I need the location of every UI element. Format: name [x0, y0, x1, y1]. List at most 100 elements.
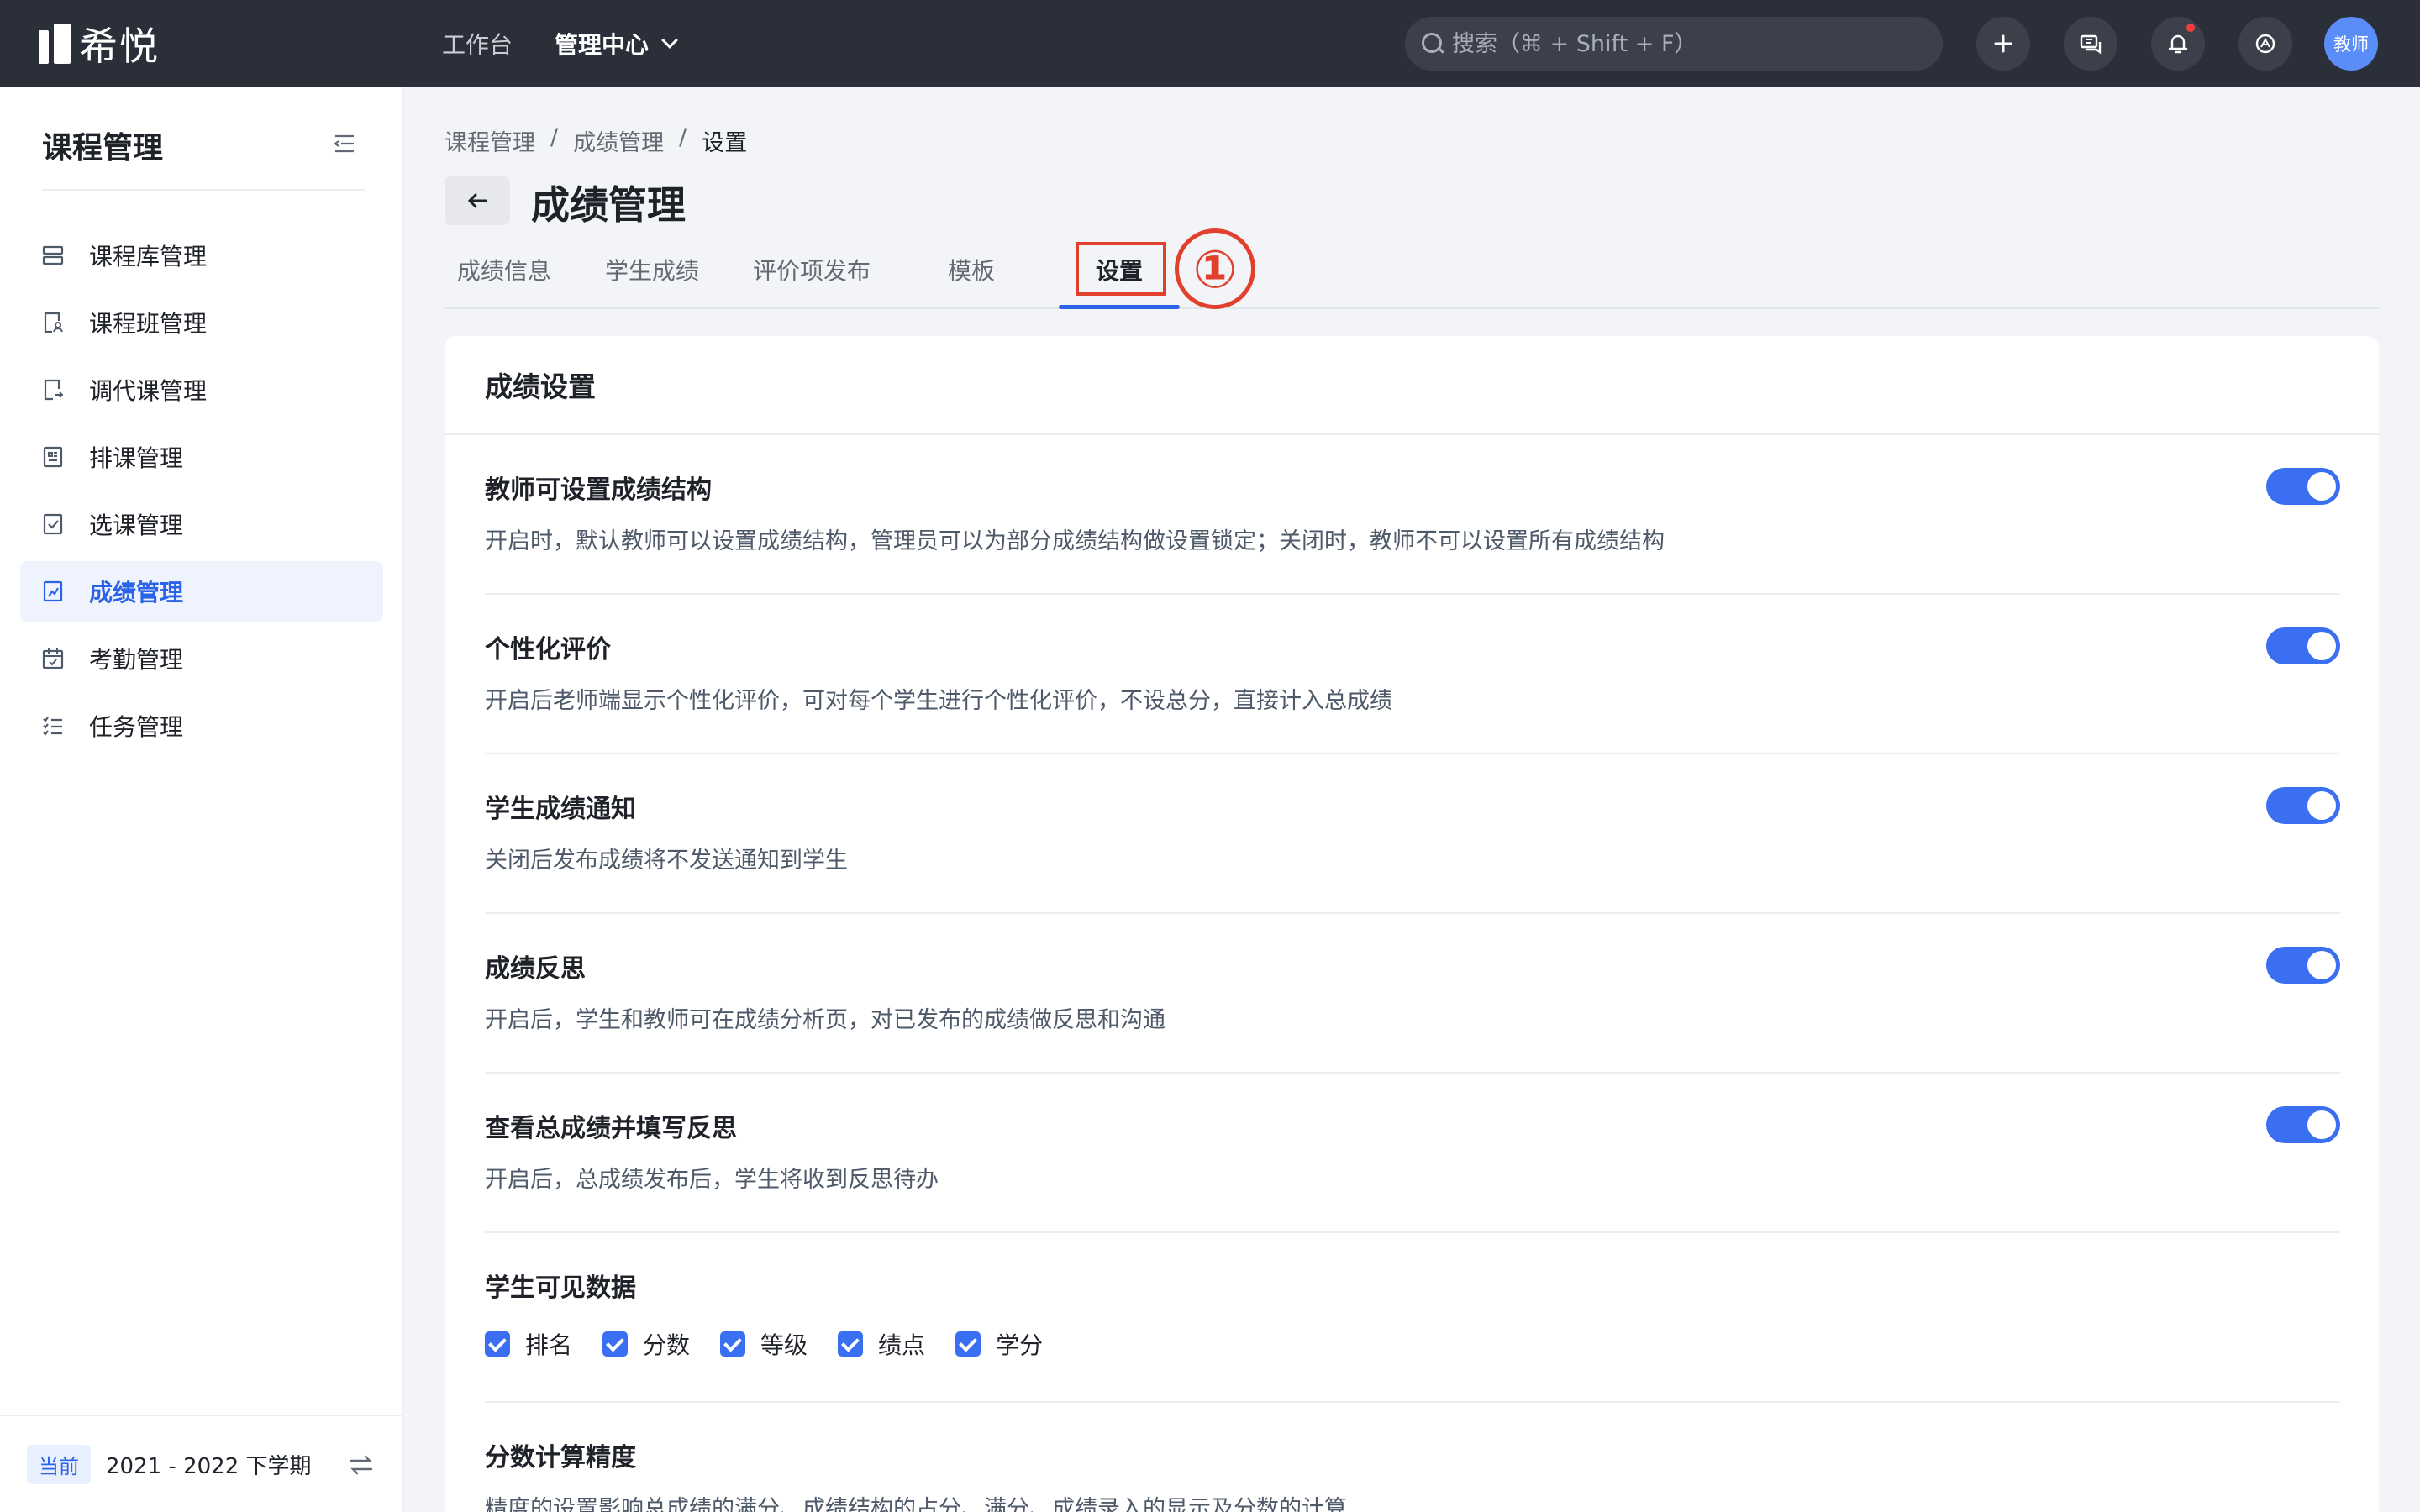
sidebar-item-grades[interactable]: 成绩管理 [20, 561, 383, 622]
setting-title: 学生成绩通知 [485, 795, 636, 824]
top-nav: 工作台 管理中心 [442, 0, 678, 87]
collapse-menu-icon[interactable] [333, 134, 356, 154]
checkbox-checked[interactable] [602, 1331, 629, 1357]
checkbox-checked[interactable] [720, 1331, 746, 1357]
grade-reflection-toggle[interactable] [2266, 947, 2340, 984]
sidebar-item-label: 调代课管理 [89, 377, 208, 405]
term-label: 2021 - 2022 下学期 [106, 1453, 312, 1479]
setting-row: 查看总成绩并填写反思 开启后，总成绩发布后，学生将收到反思待办 [485, 1074, 2340, 1233]
checkbox-label: 绩点 [878, 1331, 926, 1359]
sidebar-item-course-class[interactable]: 课程班管理 [20, 292, 383, 353]
tab-student-grades[interactable]: 学生成绩 [605, 244, 699, 309]
nav-workbench[interactable]: 工作台 [442, 27, 513, 60]
setting-title: 教师可设置成绩结构 [485, 475, 712, 505]
grade-chart-icon [43, 580, 63, 602]
breadcrumb-item[interactable]: 成绩管理 [573, 124, 664, 157]
sidebar-divider [42, 189, 365, 191]
logo-text: 希悦 [79, 24, 160, 69]
tab-template[interactable]: 模板 [948, 244, 995, 309]
breadcrumb-item[interactable]: 课程管理 [445, 124, 535, 157]
arrow-left-icon [467, 193, 487, 208]
setting-row: 学生可见数据 排名 分数 等级 绩点 学分 [485, 1233, 2340, 1403]
logo-mark-icon [39, 24, 71, 64]
setting-row: 学生成绩通知 关闭后发布成绩将不发送通知到学生 [485, 754, 2340, 914]
breadcrumb-separator: / [550, 124, 559, 150]
setting-row: 成绩反思 开启后，学生和教师可在成绩分析页，对已发布的成绩做反思和沟通 [485, 914, 2340, 1074]
sidebar-item-label: 成绩管理 [89, 579, 184, 606]
plus-icon [1994, 34, 2012, 53]
sidebar-item-label: 考勤管理 [89, 646, 184, 674]
notifications-button[interactable] [2151, 17, 2205, 71]
grade-notification-toggle[interactable] [2266, 787, 2340, 824]
sidebar-item-course-library[interactable]: 课程库管理 [20, 225, 383, 286]
sidebar-item-course-selection[interactable]: 选课管理 [20, 494, 383, 554]
app-switch-button[interactable] [2238, 17, 2292, 71]
back-button[interactable] [445, 176, 510, 225]
sidebar-item-label: 课程班管理 [89, 310, 208, 338]
class-icon [44, 312, 63, 333]
setting-title: 个性化评价 [485, 635, 611, 664]
search-bar[interactable] [1405, 17, 1943, 71]
checkbox-checked[interactable] [838, 1331, 864, 1357]
logo[interactable]: 希悦 [39, 20, 160, 69]
total-grade-reflection-toggle[interactable] [2266, 1106, 2340, 1143]
term-switcher[interactable]: 当前 2021 - 2022 下学期 [0, 1415, 403, 1512]
sidebar-item-label: 任务管理 [89, 713, 184, 741]
breadcrumb-current: 设置 [702, 130, 748, 156]
checkbox-level[interactable]: 等级 [720, 1327, 808, 1361]
sidebar: 课程管理 课程库管理 课程班管理 调代课管理 排课管理 选课管理 成绩管理 考勤… [0, 87, 403, 1512]
swap-book-icon [44, 379, 64, 401]
checkbox-label: 排名 [525, 1331, 573, 1359]
checkbox-checked[interactable] [485, 1331, 510, 1357]
checkbox-gpa[interactable]: 绩点 [838, 1327, 925, 1361]
personalized-evaluation-toggle[interactable] [2266, 627, 2340, 664]
checkbox-checked[interactable] [955, 1331, 981, 1357]
setting-title: 查看总成绩并填写反思 [485, 1114, 737, 1143]
sidebar-item-tasks[interactable]: 任务管理 [20, 696, 383, 756]
toggle-knob [2307, 791, 2336, 820]
setting-description: 开启后，学生和教师可在成绩分析页，对已发布的成绩做反思和沟通 [485, 1007, 1165, 1033]
sidebar-menu: 课程库管理 课程班管理 调代课管理 排课管理 选课管理 成绩管理 考勤管理 任务… [20, 225, 383, 763]
breadcrumb-separator: / [679, 124, 687, 150]
setting-row: 个性化评价 开启后老师端显示个性化评价，可对每个学生进行个性化评价，不设总分，直… [485, 595, 2340, 754]
app-circle-icon [2255, 34, 2275, 54]
checkbox-label: 分数 [643, 1331, 691, 1359]
chat-icon [2080, 34, 2102, 55]
setting-description: 开启时，默认教师可以设置成绩结构，管理员可以为部分成绩结构做设置锁定；关闭时，教… [485, 528, 1665, 554]
tab-evaluation-publish[interactable]: 评价项发布 [753, 244, 871, 309]
messages-button[interactable] [2064, 17, 2118, 71]
tab-grade-info[interactable]: 成绩信息 [457, 244, 551, 309]
sidebar-item-substitution[interactable]: 调代课管理 [20, 360, 383, 420]
checkbox-credit[interactable]: 学分 [955, 1327, 1043, 1361]
setting-title: 分数计算精度 [485, 1443, 636, 1473]
toggle-knob [2307, 632, 2336, 660]
add-button[interactable] [1976, 17, 2030, 71]
search-input[interactable] [1452, 30, 1906, 57]
setting-title: 成绩反思 [485, 954, 586, 984]
teacher-grade-structure-toggle[interactable] [2266, 468, 2340, 505]
sidebar-item-scheduling[interactable]: 排课管理 [20, 427, 383, 487]
setting-description: 关闭后发布成绩将不发送通知到学生 [485, 848, 848, 874]
setting-description: 精度的设置影响总成绩的满分、成绩结构的占分、满分、成绩录入的显示及分数的计算 [485, 1496, 1347, 1512]
notification-dot [2185, 22, 2196, 34]
setting-description: 开启后老师端显示个性化评价，可对每个学生进行个性化评价，不设总分，直接计入总成绩 [485, 688, 1392, 714]
sidebar-item-attendance[interactable]: 考勤管理 [20, 628, 383, 689]
sidebar-title: 课程管理 [42, 131, 164, 165]
setting-description: 开启后，总成绩发布后，学生将收到反思待办 [485, 1167, 939, 1193]
nav-admin-center[interactable]: 管理中心 [555, 27, 678, 60]
avatar[interactable]: 教师 [2324, 17, 2378, 71]
toggle-knob [2307, 472, 2336, 501]
sidebar-item-label: 课程库管理 [89, 243, 208, 270]
page-title: 成绩管理 [531, 182, 686, 228]
grade-settings-card: 成绩设置 教师可设置成绩结构 开启时，默认教师可以设置成绩结构，管理员可以为部分… [445, 336, 2379, 1512]
sidebar-item-label: 排课管理 [89, 444, 184, 472]
calendar-icon [42, 648, 64, 669]
checkbox-score[interactable]: 分数 [602, 1327, 690, 1361]
checkbox-rank[interactable]: 排名 [485, 1327, 572, 1361]
current-badge: 当前 [27, 1444, 91, 1484]
swap-arrows-icon[interactable] [348, 1452, 375, 1478]
nav-admin-center-label: 管理中心 [555, 30, 650, 59]
setting-row: 教师可设置成绩结构 开启时，默认教师可以设置成绩结构，管理员可以为部分成绩结构做… [485, 435, 2340, 595]
checkbox-label: 等级 [760, 1331, 808, 1359]
schedule-icon [43, 446, 63, 468]
